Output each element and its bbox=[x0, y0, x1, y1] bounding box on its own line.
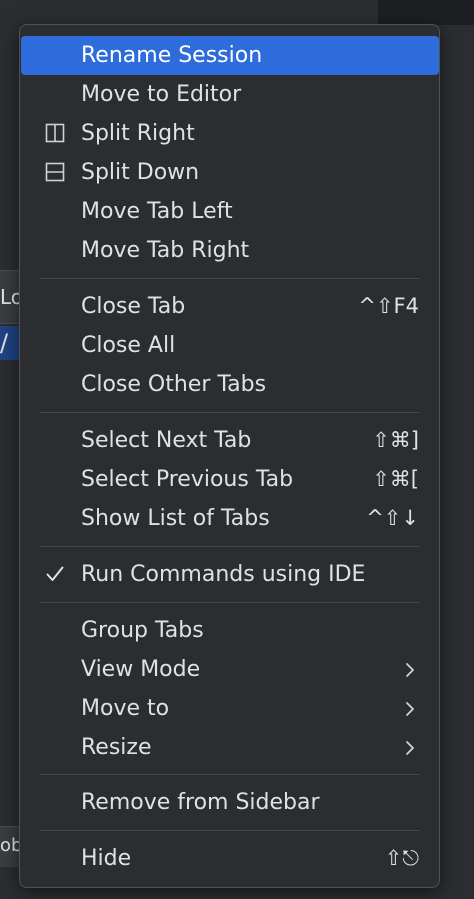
menu-item-move-to-editor[interactable]: Move to Editor bbox=[21, 75, 439, 114]
chevron-right-icon bbox=[406, 702, 414, 716]
menu-item-split-right[interactable]: Split Right bbox=[21, 114, 439, 153]
menu-item-move-to[interactable]: Move to bbox=[21, 689, 439, 728]
menu-separator bbox=[39, 774, 420, 775]
split-down-icon bbox=[45, 162, 65, 182]
menu-item-label: Group Tabs bbox=[81, 618, 204, 643]
menu-item-label: Close Tab bbox=[81, 294, 186, 319]
menu-item-close-other-tabs[interactable]: Close Other Tabs bbox=[21, 365, 439, 404]
menu-item-label: Split Down bbox=[81, 160, 200, 185]
menu-item-label: Select Previous Tab bbox=[81, 467, 294, 492]
checkmark-icon bbox=[46, 566, 64, 581]
menu-item-select-next-tab[interactable]: Select Next Tab ⇧⌘] bbox=[21, 421, 439, 460]
menu-item-shortcut: ⇧⎋ bbox=[384, 846, 419, 870]
menu-item-shortcut: ⇧⌘] bbox=[372, 428, 419, 452]
menu-item-label: Split Right bbox=[81, 121, 195, 146]
menu-separator bbox=[39, 412, 420, 413]
chevron-right-icon bbox=[406, 663, 414, 677]
terminal-tab-context-menu: Rename Session Move to Editor Split Righ… bbox=[19, 24, 440, 888]
menu-item-select-previous-tab[interactable]: Select Previous Tab ⇧⌘[ bbox=[21, 460, 439, 499]
menu-item-remove-from-sidebar[interactable]: Remove from Sidebar bbox=[21, 783, 439, 822]
menu-item-label: Hide bbox=[81, 846, 132, 871]
menu-item-run-commands-using-ide[interactable]: Run Commands using IDE bbox=[21, 555, 439, 594]
menu-item-move-tab-left[interactable]: Move Tab Left bbox=[21, 192, 439, 231]
menu-separator bbox=[39, 830, 420, 831]
menu-item-close-all[interactable]: Close All bbox=[21, 326, 439, 365]
menu-item-label: Move to bbox=[81, 696, 170, 721]
menu-item-view-mode[interactable]: View Mode bbox=[21, 650, 439, 689]
menu-item-hide[interactable]: Hide ⇧⎋ bbox=[21, 839, 439, 878]
menu-item-label: Select Next Tab bbox=[81, 428, 252, 453]
menu-item-label: Move Tab Left bbox=[81, 199, 233, 224]
menu-item-label: Remove from Sidebar bbox=[81, 790, 320, 815]
menu-item-resize[interactable]: Resize bbox=[21, 728, 439, 767]
split-right-icon bbox=[45, 123, 65, 143]
menu-item-label: Close All bbox=[81, 333, 176, 358]
menu-item-label: Move to Editor bbox=[81, 82, 242, 107]
menu-separator bbox=[39, 546, 420, 547]
chevron-right-icon bbox=[406, 741, 414, 755]
toolbar-fragment bbox=[378, 0, 474, 25]
menu-item-label: View Mode bbox=[81, 657, 201, 682]
menu-item-label: Rename Session bbox=[81, 43, 263, 68]
menu-item-group-tabs[interactable]: Group Tabs bbox=[21, 611, 439, 650]
menu-item-label: Resize bbox=[81, 735, 152, 760]
menu-item-label: Close Other Tabs bbox=[81, 372, 267, 397]
menu-item-shortcut: ⇧⌘[ bbox=[372, 467, 419, 491]
menu-item-move-tab-right[interactable]: Move Tab Right bbox=[21, 231, 439, 270]
menu-item-label: Show List of Tabs bbox=[81, 506, 270, 531]
menu-separator bbox=[39, 602, 420, 603]
menu-item-rename-session[interactable]: Rename Session bbox=[21, 36, 439, 75]
selected-text-peek: / bbox=[0, 326, 20, 360]
menu-item-shortcut: ^⇧↓ bbox=[366, 506, 419, 530]
menu-item-close-tab[interactable]: Close Tab ^⇧F4 bbox=[21, 287, 439, 326]
menu-separator bbox=[39, 278, 420, 279]
menu-item-label: Run Commands using IDE bbox=[81, 562, 366, 587]
menu-item-shortcut: ^⇧F4 bbox=[358, 294, 419, 318]
menu-item-show-list-of-tabs[interactable]: Show List of Tabs ^⇧↓ bbox=[21, 499, 439, 538]
menu-item-label: Move Tab Right bbox=[81, 238, 250, 263]
menu-item-split-down[interactable]: Split Down bbox=[21, 153, 439, 192]
